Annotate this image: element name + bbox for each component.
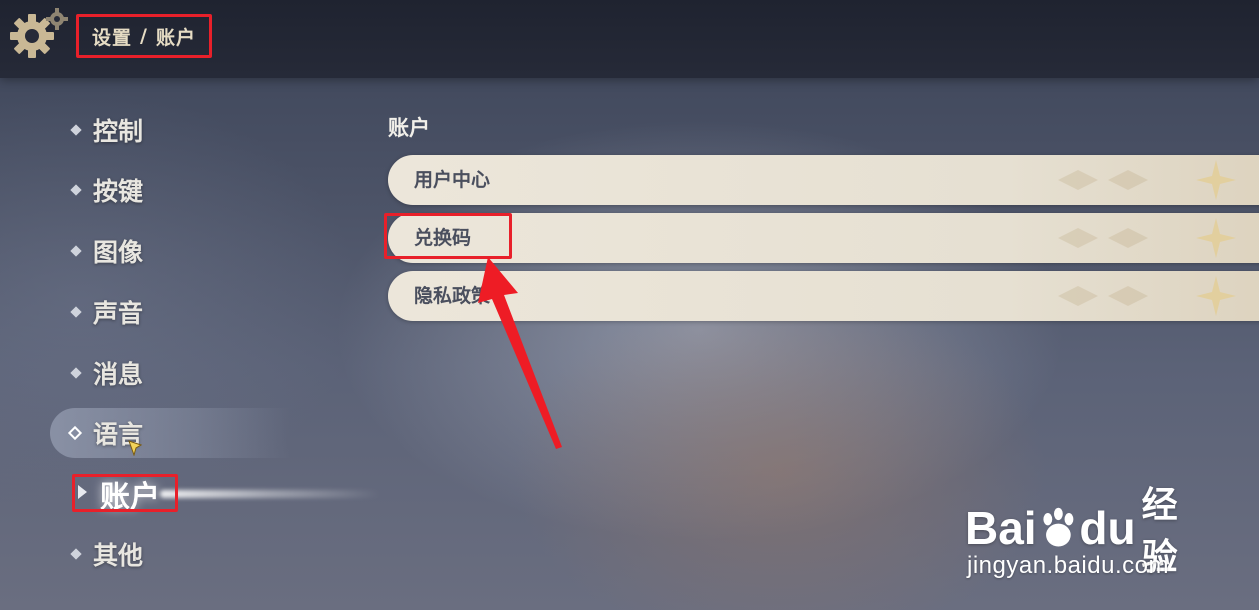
ornament-icon	[1058, 170, 1148, 190]
sidebar-item-label: 声音	[93, 299, 144, 328]
diamond-bullet-icon	[70, 124, 82, 136]
redeem-code-highlight	[384, 213, 512, 259]
watermark: Bai du 经验 jingyan.baidu.com	[965, 476, 1205, 586]
mouse-cursor-icon	[128, 440, 142, 456]
sparkle-star-icon	[1196, 276, 1236, 316]
red-arrow-annotation-icon	[478, 257, 562, 449]
sidebar-item-account[interactable]	[72, 474, 178, 512]
diamond-bullet-icon	[70, 306, 82, 318]
watermark-url: jingyan.baidu.com	[967, 552, 1169, 579]
sidebar-item-other[interactable]: 其他	[56, 529, 296, 579]
breadcrumb-current: 账户	[155, 26, 196, 49]
diamond-bullet-icon	[67, 425, 83, 441]
sidebar-item-label: 其他	[93, 541, 144, 570]
diamond-bullet-icon	[70, 184, 82, 196]
breadcrumb: 设置 / 账户	[76, 14, 212, 58]
section-title: 账户	[388, 116, 430, 140]
option-user-center[interactable]: 用户中心	[388, 155, 1259, 205]
watermark-brand-left: Bai	[965, 502, 1037, 554]
sidebar-item-keys[interactable]: 按键	[56, 165, 296, 215]
sidebar-item-label: 控制	[93, 117, 144, 146]
sidebar-item-messages[interactable]: 消息	[56, 348, 296, 398]
ornament-icon	[1058, 228, 1148, 248]
sidebar-item-language[interactable]: 语言	[50, 408, 290, 458]
option-label: 用户中心	[414, 169, 491, 191]
sidebar-item-label: 消息	[93, 360, 144, 389]
sidebar-item-label: 图像	[93, 238, 144, 267]
sidebar-item-graphics[interactable]: 图像	[56, 226, 296, 276]
active-item-glow	[160, 490, 380, 498]
diamond-bullet-icon	[70, 245, 82, 257]
sparkle-star-icon	[1196, 160, 1236, 200]
sidebar-item-audio[interactable]: 声音	[56, 287, 296, 337]
paw-logo-icon	[1042, 507, 1073, 547]
watermark-brand-right: du	[1079, 502, 1136, 554]
breadcrumb-parent[interactable]: 设置	[92, 23, 132, 50]
settings-screen: 设置 / 账户 控制 按键 图像 声音 消息 语言 账户 其他 账户 用户中心 …	[0, 0, 1259, 610]
sidebar-item-controls[interactable]: 控制	[56, 105, 296, 155]
breadcrumb-separator: /	[140, 25, 148, 47]
small-gear-icon	[46, 8, 68, 30]
diamond-bullet-icon	[70, 367, 82, 379]
diamond-bullet-icon	[70, 548, 82, 560]
sidebar-item-label: 按键	[93, 177, 144, 206]
top-bar: 设置 / 账户	[0, 0, 1259, 78]
sparkle-star-icon	[1196, 218, 1236, 258]
ornament-icon	[1058, 286, 1148, 306]
